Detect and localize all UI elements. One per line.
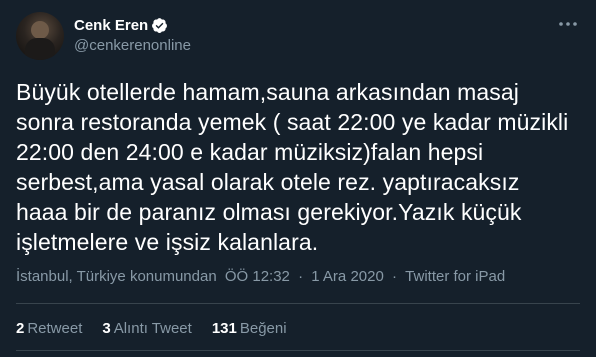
verified-badge-icon bbox=[152, 17, 168, 33]
meta-separator: · bbox=[298, 268, 304, 285]
more-options-button[interactable] bbox=[556, 14, 580, 34]
tweet-time[interactable]: ÖÖ 12:32 bbox=[225, 268, 290, 285]
likes-stat[interactable]: 131 Beğeni bbox=[212, 320, 287, 337]
tweet-header: Cenk Eren @cenkerenonline bbox=[16, 12, 580, 60]
tweet-stats: 2 Retweet 3 Alıntı Tweet 131 Beğeni bbox=[16, 320, 307, 337]
more-options-icon bbox=[559, 22, 577, 26]
quotes-label: Alıntı Tweet bbox=[113, 320, 192, 337]
likes-label: Beğeni bbox=[239, 320, 287, 337]
avatar-body bbox=[25, 38, 55, 60]
avatar-head bbox=[31, 21, 49, 39]
likes-count: 131 bbox=[211, 320, 237, 337]
retweets-stat[interactable]: 2 Retweet bbox=[16, 320, 82, 337]
tweet-meta: İstanbul, Türkiye konumundan ÖÖ 12:32 · … bbox=[16, 268, 505, 285]
tweet-card: Cenk Eren @cenkerenonline Büyük otellerd… bbox=[0, 0, 596, 357]
retweets-label: Retweet bbox=[27, 320, 83, 337]
tweet-date[interactable]: 1 Ara 2020 bbox=[311, 268, 384, 285]
display-name-row: Cenk Eren bbox=[74, 15, 191, 35]
quotes-count: 3 bbox=[102, 320, 111, 337]
divider-bottom bbox=[16, 350, 580, 351]
divider-top bbox=[16, 303, 580, 304]
avatar[interactable] bbox=[16, 12, 64, 60]
quotes-stat[interactable]: 3 Alıntı Tweet bbox=[102, 320, 191, 337]
retweets-count: 2 bbox=[16, 320, 25, 337]
tweet-text: Büyük otellerde hamam,sauna arkasından m… bbox=[16, 79, 569, 255]
user-handle[interactable]: @cenkerenonline bbox=[74, 37, 191, 54]
tweet-location[interactable]: İstanbul, Türkiye konumundan bbox=[16, 268, 217, 285]
tweet-source[interactable]: Twitter for iPad bbox=[405, 268, 505, 285]
meta-separator: · bbox=[391, 268, 397, 285]
author-names: Cenk Eren @cenkerenonline bbox=[74, 15, 191, 55]
display-name[interactable]: Cenk Eren bbox=[74, 17, 148, 34]
